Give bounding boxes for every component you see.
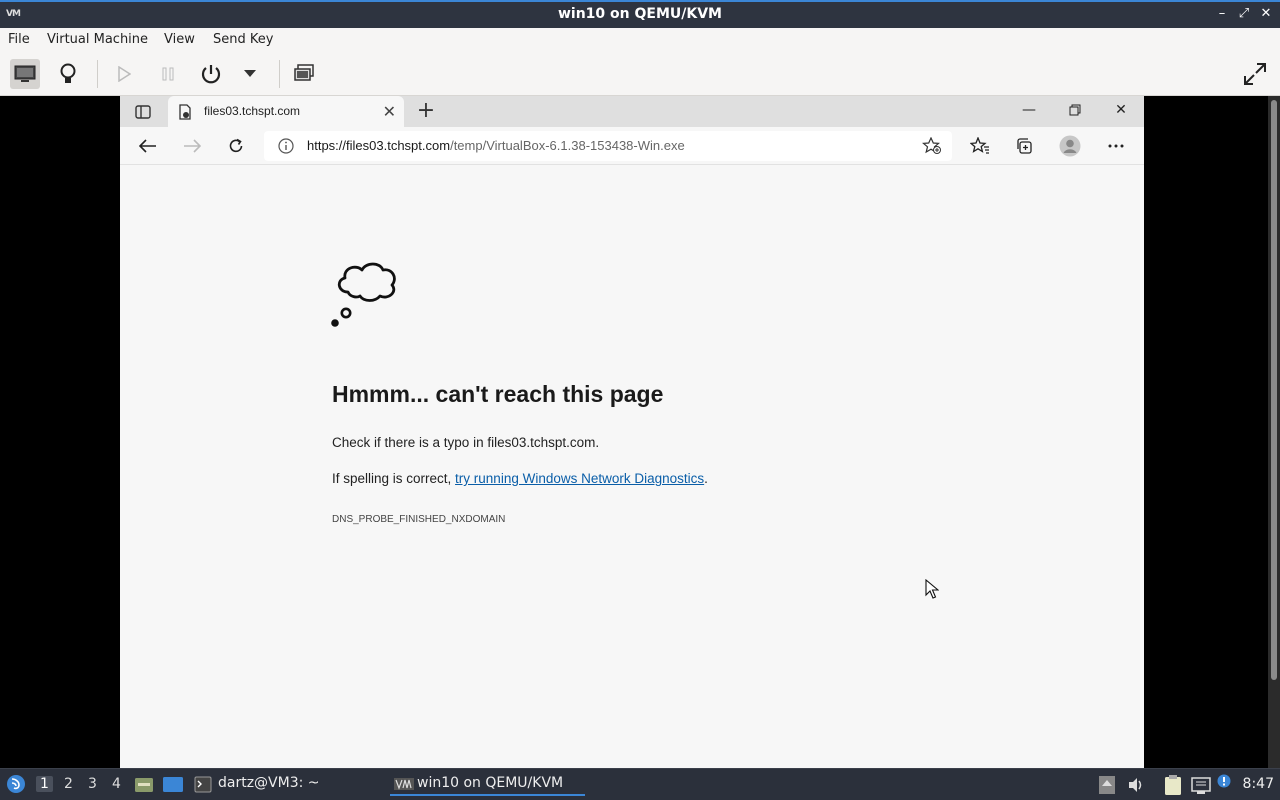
shutdown-button[interactable] [196, 59, 226, 89]
menu-file[interactable]: File [8, 32, 30, 47]
profile-button[interactable] [1056, 133, 1084, 159]
tab-actions-icon [135, 105, 151, 119]
collections-button[interactable] [1010, 133, 1038, 159]
info-icon[interactable] [278, 138, 294, 154]
workspace-3[interactable]: 3 [88, 776, 97, 792]
network-diagnostics-link[interactable]: try running Windows Network Diagnostics [455, 471, 704, 486]
error-code: DNS_PROBE_FINISHED_NXDOMAIN [332, 514, 506, 525]
error-suggestion: If spelling is correct, try running Wind… [332, 471, 708, 486]
refresh-icon [229, 138, 243, 153]
pause-icon [162, 67, 174, 81]
task-terminal[interactable]: dartz@VM3: ~ [218, 775, 320, 791]
settings-more-button[interactable] [1102, 133, 1130, 159]
menu-send-key[interactable]: Send Key [213, 32, 273, 47]
forward-arrow-icon [184, 139, 201, 153]
close-icon[interactable]: ✕ [1258, 6, 1274, 22]
file-manager-icon[interactable] [134, 776, 154, 793]
window-title: win10 on QEMU/KVM [557, 6, 722, 22]
new-tab-button[interactable]: + [414, 99, 438, 123]
page-error-icon [179, 104, 191, 120]
browser-minimize-icon[interactable]: — [1006, 96, 1052, 124]
snapshots-button[interactable] [289, 59, 319, 89]
error-suggestion-prefix: If spelling is correct, [332, 471, 456, 486]
more-icon [1108, 144, 1124, 148]
workspace-2[interactable]: 2 [64, 776, 73, 792]
snapshots-icon [294, 64, 314, 81]
pause-button[interactable] [153, 59, 183, 89]
back-button[interactable] [134, 133, 162, 159]
error-heading: Hmmm... can't reach this page [332, 381, 664, 407]
collections-icon [1017, 138, 1032, 154]
shutdown-menu-button[interactable] [235, 59, 265, 89]
menubar: File Virtual Machine View Send Key [0, 28, 1280, 52]
play-icon [118, 66, 131, 82]
desktop-icon[interactable] [162, 776, 184, 793]
monitor-icon [14, 65, 36, 82]
favorites-button[interactable] [966, 133, 994, 159]
minimize-icon[interactable]: – [1214, 6, 1230, 22]
navigation-bar: https://files03.tchspt.com/temp/VirtualB… [120, 127, 1144, 165]
fullscreen-icon [1244, 63, 1266, 85]
browser-close-icon[interactable]: ✕ [1098, 96, 1144, 124]
error-suggestion-suffix: . [704, 471, 708, 486]
console-button[interactable] [10, 59, 40, 89]
task-vm-window[interactable]: win10 on QEMU/KVM [390, 775, 585, 796]
workspace-1[interactable]: 1 [36, 776, 53, 792]
menu-virtual-machine[interactable]: Virtual Machine [47, 32, 148, 47]
browser-window: files03.tchspt.com ✕ + — ✕ https://files… [120, 96, 1144, 768]
chevron-down-icon [244, 70, 256, 77]
tab-close-icon[interactable]: ✕ [383, 102, 396, 121]
taskbar: 1 2 3 4 dartz@VM3: ~ win10 on QEMU/KVM 8… [0, 768, 1280, 800]
terminal-icon [194, 776, 212, 793]
favorites-icon [970, 137, 989, 154]
url-text: https://files03.tchspt.com/temp/VirtualB… [307, 138, 685, 153]
details-button[interactable] [53, 59, 83, 89]
refresh-button[interactable] [222, 133, 250, 159]
thought-cloud-icon [331, 262, 396, 327]
clipboard-icon[interactable] [1163, 774, 1183, 796]
forward-button[interactable] [178, 133, 206, 159]
start-menu-icon[interactable] [6, 774, 26, 794]
add-favorite-icon[interactable] [922, 137, 942, 155]
browser-restore-icon[interactable] [1052, 96, 1098, 124]
fullscreen-button[interactable] [1240, 59, 1270, 89]
window-titlebar[interactable]: VM win10 on QEMU/KVM – ⤢ ✕ [0, 0, 1280, 28]
tab-title: files03.tchspt.com [204, 104, 301, 118]
volume-icon[interactable] [1127, 776, 1145, 794]
error-page: Hmmm... can't reach this page Check if t… [120, 165, 1144, 768]
run-button[interactable] [109, 59, 139, 89]
url-host: https://files03.tchspt.com [307, 138, 451, 153]
avatar-icon [1059, 135, 1081, 157]
browser-tab[interactable]: files03.tchspt.com ✕ [168, 96, 404, 127]
tab-actions-button[interactable] [132, 102, 154, 122]
power-icon [201, 65, 221, 84]
network-icon[interactable] [1191, 775, 1211, 795]
address-bar[interactable]: https://files03.tchspt.com/temp/VirtualB… [264, 131, 952, 161]
url-path: /temp/VirtualBox-6.1.38-153438-Win.exe [450, 138, 685, 153]
error-typo-text: Check if there is a typo in files03.tchs… [332, 435, 600, 450]
display-scrollbar[interactable] [1268, 96, 1280, 768]
vm-toolbar [0, 52, 1280, 96]
clock[interactable]: 8:47 [1243, 776, 1274, 792]
menu-view[interactable]: View [164, 32, 195, 47]
maximize-icon[interactable]: ⤢ [1236, 6, 1252, 22]
back-arrow-icon [139, 139, 156, 153]
updates-icon[interactable] [1098, 775, 1116, 795]
mouse-cursor-icon [925, 579, 939, 599]
workspace-4[interactable]: 4 [112, 776, 121, 792]
notification-icon[interactable] [1217, 774, 1231, 788]
tab-strip: files03.tchspt.com ✕ + — ✕ [120, 96, 1144, 127]
lightbulb-icon [60, 63, 76, 83]
